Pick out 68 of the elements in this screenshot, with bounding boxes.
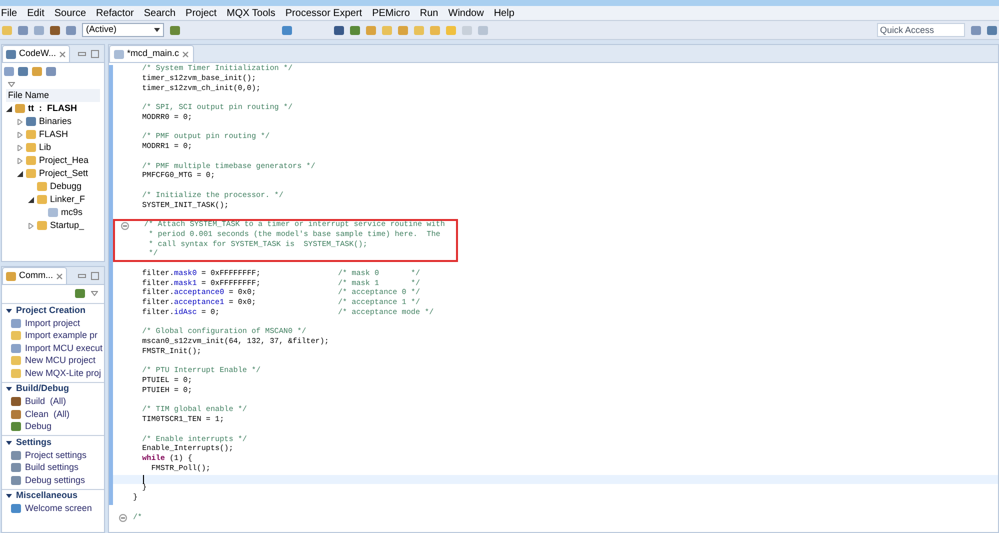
view-menu-icon[interactable] bbox=[8, 82, 15, 86]
minimize-icon[interactable] bbox=[78, 274, 86, 278]
tree-item[interactable]: Lib bbox=[17, 141, 100, 154]
collapsed-arrow-icon[interactable] bbox=[17, 158, 23, 164]
command-link[interactable]: Import example pr bbox=[2, 330, 104, 342]
menu-item[interactable]: Edit bbox=[27, 6, 44, 20]
command-link[interactable]: Debug bbox=[2, 420, 104, 433]
command-link[interactable]: Welcome screen bbox=[2, 502, 104, 515]
tree-item[interactable]: Project_Sett bbox=[17, 167, 100, 180]
section-header[interactable]: Build/Debug bbox=[2, 382, 104, 396]
tree-item[interactable]: Linker_F bbox=[28, 193, 100, 206]
view-menu-icon[interactable] bbox=[91, 290, 98, 296]
collapsed-arrow-icon[interactable] bbox=[17, 132, 23, 138]
menu-item[interactable]: Help bbox=[494, 6, 514, 20]
menu-item[interactable]: Search bbox=[144, 6, 176, 20]
expanded-arrow-icon bbox=[6, 440, 12, 446]
fold-icon[interactable] bbox=[121, 222, 129, 230]
expanded-arrow-icon bbox=[6, 493, 12, 499]
fold-icon[interactable] bbox=[119, 514, 127, 522]
menu-item[interactable]: Processor Expert bbox=[285, 6, 362, 20]
command-link[interactable]: Build (All) bbox=[2, 396, 104, 408]
close-icon[interactable] bbox=[56, 272, 64, 280]
expanded-arrow-icon[interactable] bbox=[17, 170, 23, 176]
menu-item[interactable]: Run bbox=[420, 6, 438, 20]
collapsed-arrow-icon[interactable] bbox=[28, 222, 34, 228]
editor-tab[interactable]: *mcd_main.c bbox=[109, 45, 194, 62]
maximize-icon[interactable] bbox=[91, 272, 99, 280]
menu-item[interactable]: PEMicro bbox=[372, 6, 410, 20]
command-link[interactable]: Import project bbox=[2, 317, 104, 330]
expanded-arrow-icon bbox=[6, 386, 12, 392]
tree-item[interactable]: FLASH bbox=[17, 128, 100, 141]
command-link[interactable]: New MCU project bbox=[2, 354, 104, 367]
panel-tab[interactable]: Comm... bbox=[2, 267, 68, 284]
close-icon[interactable] bbox=[59, 50, 66, 58]
menu-item[interactable]: Refactor bbox=[96, 6, 134, 20]
expanded-arrow-icon[interactable] bbox=[6, 106, 12, 112]
command-link[interactable]: Project settings bbox=[2, 449, 104, 462]
expanded-arrow-icon[interactable] bbox=[28, 196, 34, 202]
panel-tab[interactable]: CodeW... bbox=[2, 45, 70, 62]
tree-item[interactable]: Project_Hea bbox=[17, 154, 100, 167]
command-link[interactable]: Import MCU execut bbox=[2, 342, 104, 354]
column-header: File Name bbox=[6, 89, 100, 102]
build-config-dropdown[interactable]: (Active) bbox=[82, 23, 164, 37]
tree-item[interactable]: Startup_ bbox=[28, 219, 100, 232]
collapsed-arrow-icon[interactable] bbox=[17, 144, 23, 150]
menu-item[interactable]: Source bbox=[54, 6, 86, 20]
tree-item[interactable]: mc9s bbox=[39, 206, 100, 219]
section-header[interactable]: Miscellaneous bbox=[2, 490, 104, 502]
tree-item[interactable]: Debugg bbox=[28, 180, 100, 193]
menu-item[interactable]: Project bbox=[186, 6, 217, 20]
command-link[interactable]: Debug settings bbox=[2, 474, 104, 486]
quick-access-field[interactable]: Quick Access bbox=[877, 23, 965, 37]
command-link[interactable]: Build settings bbox=[2, 462, 104, 474]
expanded-arrow-icon bbox=[6, 308, 12, 314]
menu-item[interactable]: MQX Tools bbox=[226, 6, 276, 20]
tree-item[interactable]: tt : FLASH bbox=[6, 102, 100, 115]
close-icon[interactable] bbox=[182, 50, 190, 58]
command-link[interactable]: Clean (All) bbox=[2, 408, 104, 420]
collapsed-arrow-icon[interactable] bbox=[17, 118, 23, 124]
caret-icon bbox=[154, 28, 160, 32]
command-link[interactable]: New MQX-Lite proj bbox=[2, 367, 104, 380]
menu-item[interactable]: File bbox=[1, 6, 18, 20]
minimize-icon[interactable] bbox=[78, 52, 86, 56]
section-header[interactable]: Settings bbox=[2, 436, 104, 449]
menu-item[interactable]: Window bbox=[448, 6, 484, 20]
tree-item[interactable]: Binaries bbox=[17, 115, 100, 128]
maximize-icon[interactable] bbox=[91, 50, 99, 58]
section-header[interactable]: Project Creation bbox=[2, 304, 104, 317]
